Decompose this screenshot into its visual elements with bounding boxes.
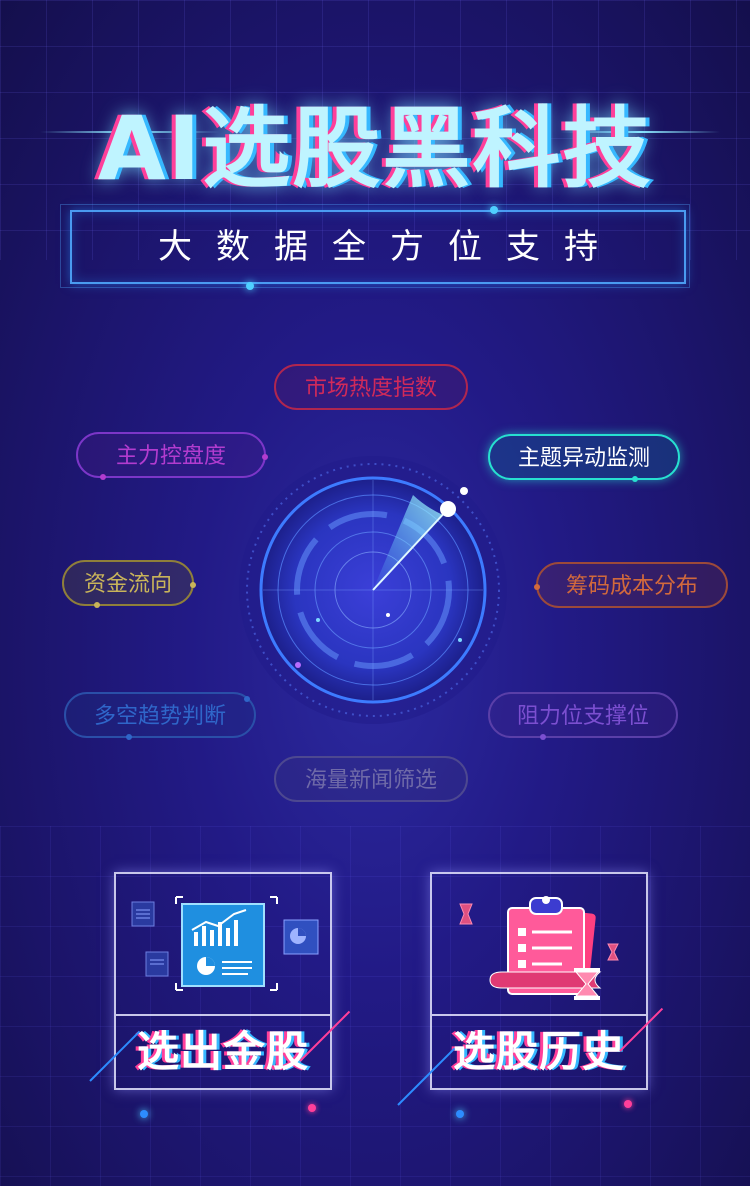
tag-trend-judgment[interactable]: 多空趋势判断 [64, 692, 256, 740]
tag-news-screening[interactable]: 海量新闻筛选 [274, 756, 468, 802]
tag-label: 多空趋势判断 [93, 704, 226, 729]
decor-dot [308, 1104, 316, 1112]
card-label: 选股历史 [452, 1027, 625, 1076]
tag-capital-flow[interactable]: 资金流向 [62, 560, 196, 608]
tag-dot [534, 584, 540, 590]
tag-label: 海量新闻筛选 [304, 768, 437, 793]
decor-dot [140, 1110, 148, 1118]
card-history[interactable]: 选股历史 [430, 872, 648, 1090]
subtitle: 大数据全方位支持 [158, 227, 622, 267]
card-label: 选出金股 [136, 1027, 309, 1076]
clipboard-hourglass-icon [459, 896, 619, 1000]
tag-dot [540, 734, 546, 740]
radar-icon [239, 456, 507, 724]
tag-theme-monitor[interactable]: 主题异动监测 [488, 434, 680, 482]
card-select-gold[interactable]: 选出金股 [114, 872, 332, 1090]
tag-chip-cost[interactable]: 筹码成本分布 [534, 562, 728, 608]
tag-label: 市场热度指数 [304, 376, 437, 401]
tag-dot [100, 474, 106, 480]
page: AI选股黑科技 大数据全方位支持 市场热度指数 主力控盘度 主题异动监测 资金流… [0, 0, 750, 1186]
decor-dot [456, 1110, 464, 1118]
tag-market-heat[interactable]: 市场热度指数 [274, 364, 468, 410]
tag-dot [126, 734, 132, 740]
tag-label: 阻力位支撑位 [516, 704, 649, 729]
chart-report-icon [131, 896, 319, 991]
tag-label: 主题异动监测 [517, 446, 650, 471]
page-title: AI选股黑科技 [97, 97, 653, 200]
tag-label: 主力控盘度 [115, 444, 226, 469]
tag-support-resistance[interactable]: 阻力位支撑位 [488, 692, 678, 740]
tag-label: 资金流向 [83, 572, 172, 597]
tag-dot [190, 582, 196, 588]
frame-dot [246, 282, 254, 290]
decor-dot [624, 1100, 632, 1108]
tag-dot [94, 602, 100, 608]
subtitle-frame: 大数据全方位支持 [60, 204, 690, 288]
tag-dot [632, 476, 638, 482]
tag-label: 筹码成本分布 [565, 574, 698, 599]
frame-dot [490, 206, 498, 214]
radar-graphic [238, 455, 508, 725]
